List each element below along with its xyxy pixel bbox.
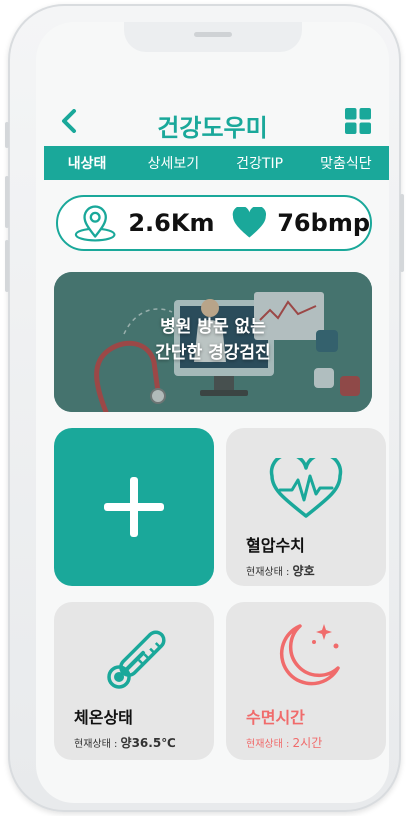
heart-pulse-icon xyxy=(269,458,343,518)
moon-stars-icon xyxy=(279,624,340,686)
temperature-status-label: 현재상태 : xyxy=(74,739,118,750)
grid-menu-button[interactable] xyxy=(345,108,371,134)
add-card-button[interactable] xyxy=(54,428,214,586)
sleep-status-label: 현재상태 : xyxy=(246,739,290,750)
heart-rate-value: 76bmp xyxy=(277,209,370,237)
blood-pressure-status-value: 양호 xyxy=(292,564,315,578)
speaker xyxy=(194,32,232,37)
banner-line-1: 병원 방문 없는 xyxy=(160,317,266,337)
thermometer-icon xyxy=(107,630,166,689)
sleep-status: 현재상태 : 2시간 xyxy=(246,734,322,751)
top-bar: 건강도우미 xyxy=(36,100,389,144)
temperature-status-value: 양36.5℃ xyxy=(120,736,176,750)
blood-pressure-title: 혈압수치 xyxy=(246,536,305,555)
heart-icon xyxy=(233,207,267,238)
sleep-status-value: 2시간 xyxy=(292,736,323,750)
banner-line-2: 간단한 경강검진 xyxy=(155,343,271,363)
blood-pressure-status-label: 현재상태 : xyxy=(246,567,290,578)
health-checkup-banner[interactable]: 병원 방문 없는 간단한 경강검진 xyxy=(54,272,372,412)
plus-icon xyxy=(104,477,164,537)
notch xyxy=(124,22,302,52)
power-button xyxy=(400,194,404,272)
sleep-card[interactable]: 수면시간 현재상태 : 2시간 xyxy=(226,602,386,760)
tab-details[interactable]: 상세보기 xyxy=(130,153,216,173)
blood-pressure-card[interactable]: 혈압수치 현재상태 : 양호 xyxy=(226,428,386,586)
grid-icon xyxy=(345,108,371,134)
banner-text: 병원 방문 없는 간단한 경강검진 xyxy=(54,314,372,366)
tab-custom-diet[interactable]: 맞춤식단 xyxy=(303,153,389,173)
volume-down-button xyxy=(5,240,9,292)
location-pin-icon xyxy=(74,205,116,242)
tab-bar: 내상태 상세보기 건강TIP 맞춤식단 xyxy=(44,146,389,180)
temperature-card[interactable]: 체온상태 현재상태 : 양36.5℃ xyxy=(54,602,214,760)
temperature-title: 체온상태 xyxy=(74,708,133,727)
stats-panel: 2.6Km 76bmp xyxy=(56,195,372,251)
blood-pressure-status: 현재상태 : 양호 xyxy=(246,562,315,579)
volume-up-button xyxy=(5,176,9,228)
tab-my-status[interactable]: 내상태 xyxy=(44,153,130,173)
temperature-status: 현재상태 : 양36.5℃ xyxy=(74,734,176,751)
app-screen: 건강도우미 내상태 상세보기 건강TIP 맞춤식단 2.6Km 76bmp 병원… xyxy=(36,22,389,803)
distance-value: 2.6Km xyxy=(128,209,215,237)
sleep-title: 수면시간 xyxy=(246,708,305,727)
phone-frame: 건강도우미 내상태 상세보기 건강TIP 맞춤식단 2.6Km 76bmp 병원… xyxy=(5,4,404,812)
app-title: 건강도우미 xyxy=(157,114,268,142)
mute-switch xyxy=(5,122,9,148)
tab-health-tip[interactable]: 건강TIP xyxy=(217,153,303,173)
